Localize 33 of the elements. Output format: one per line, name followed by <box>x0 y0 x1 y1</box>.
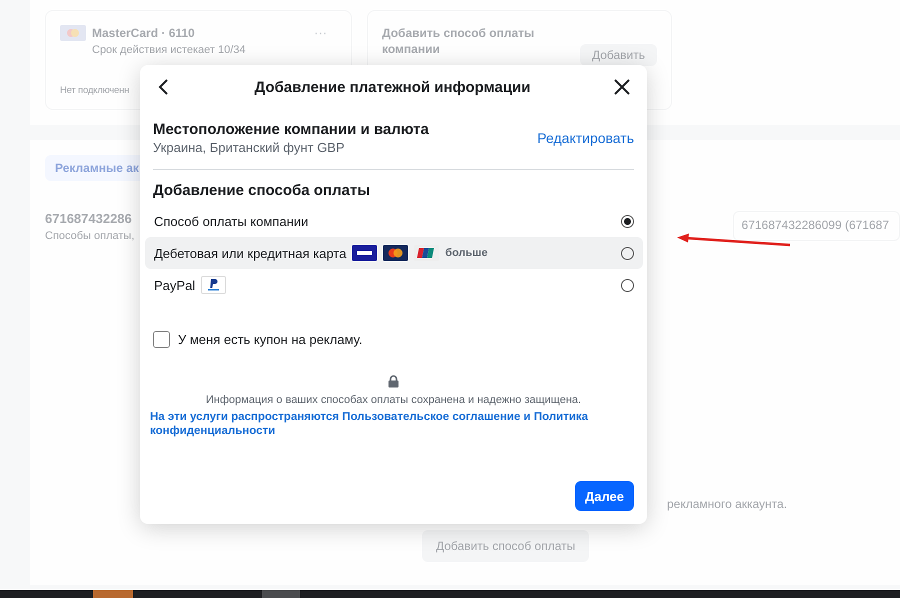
checkbox[interactable] <box>153 331 170 348</box>
location-value: Украина, Британский фунт GBP <box>153 140 346 155</box>
paypal-icon <box>201 276 226 294</box>
next-button[interactable]: Далее <box>574 481 634 511</box>
security-note: Информация о ваших способах оплаты сохранена и надежно защищена. <box>206 394 582 406</box>
option-label: PayPal <box>154 278 196 292</box>
card-footer-text: Нет подключенн <box>60 84 130 98</box>
mastercard-icon <box>383 245 408 261</box>
visa-card-icon <box>352 245 378 261</box>
add-method-title: Добавить способ оплаты компании <box>382 25 536 57</box>
dialog-title: Добавление платежной информации <box>254 78 531 96</box>
radio-button[interactable] <box>621 278 634 292</box>
option-label: Способ оплаты компании <box>154 214 308 228</box>
payment-option[interactable]: Дебетовая или кредитная карта больше <box>145 237 643 269</box>
payment-option[interactable]: Способ оплаты компании <box>145 205 643 237</box>
edit-link[interactable]: Редактировать <box>537 130 634 146</box>
checkbox-label: У меня есть купон на рекламу. <box>178 332 362 347</box>
payment-option[interactable]: PayPal <box>145 269 643 301</box>
card-expiry: Срок действия истекает 10/34 <box>92 43 246 57</box>
account-subtitle: Способы оплаты, <box>45 229 134 243</box>
lock-icon <box>388 375 399 388</box>
section-title: Местоположение компании и валюта <box>153 121 429 138</box>
note-text: рекламного аккаунта. <box>667 497 788 511</box>
card-name: MasterCard · 6110 <box>92 25 196 41</box>
radio-button[interactable] <box>621 246 634 260</box>
terms-link[interactable]: На эти услуги распространяются Пользовательское соглашение и Политика конфиденциальности <box>150 410 634 438</box>
credit-card-icon <box>60 25 86 41</box>
more-text: больше <box>445 247 488 259</box>
close-icon <box>614 79 630 95</box>
radio-button[interactable] <box>621 214 634 228</box>
account-id: 671687432286 <box>45 211 133 227</box>
section-title: Добавление способа оплаты <box>153 182 372 199</box>
option-label: Дебетовая или кредитная карта <box>154 246 346 260</box>
